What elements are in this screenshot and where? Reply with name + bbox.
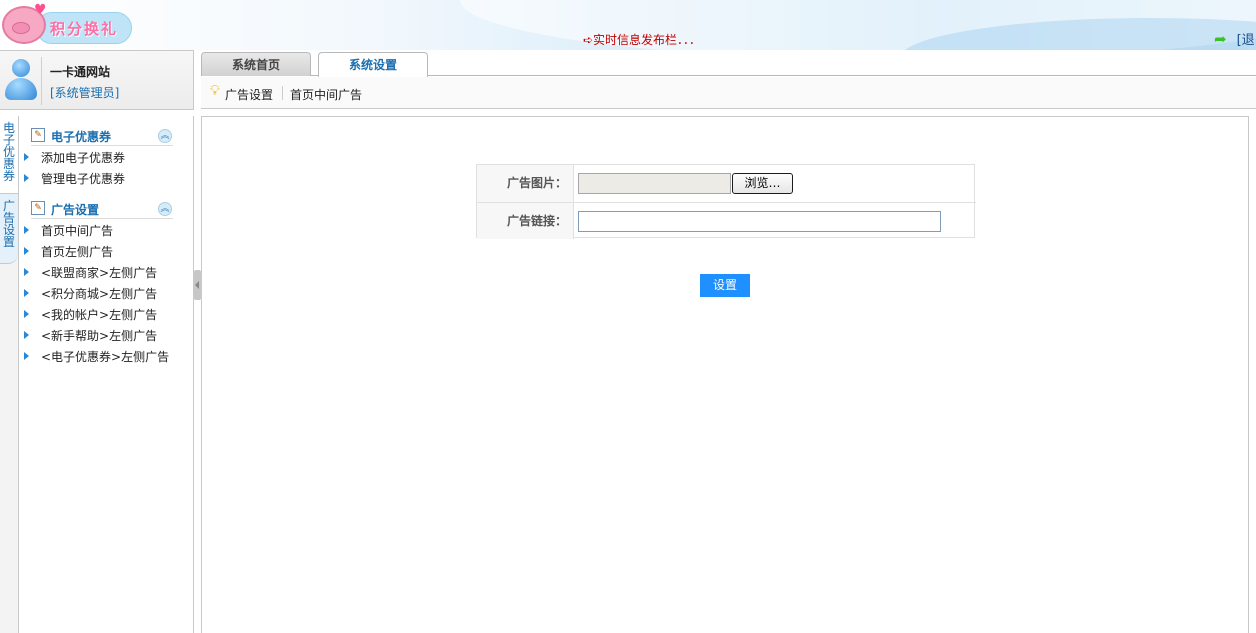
vtab-ad-settings[interactable]: 广告设置 [0, 194, 18, 264]
exit-label: [退 [1236, 33, 1255, 48]
user-role: [系统管理员] [50, 86, 120, 100]
breadcrumb: 💡︎ 广告设置 首页中间广告 [201, 77, 1256, 109]
sidebar-toggle-handle[interactable] [194, 270, 201, 300]
main-content: 广告图片： 浏览… 广告链接： 设置 [201, 116, 1249, 633]
menu-item-help-left-ad[interactable]: <新手帮助>左侧广告 [24, 327, 157, 345]
lightbulb-icon: 💡︎ [210, 83, 220, 99]
menu-item-label: 首页左侧广告 [41, 245, 114, 259]
exit-arrow-icon: ➦ [1214, 30, 1227, 48]
top-tabs: 系统首页 系统设置 [201, 50, 1256, 78]
breadcrumb-item-ad-settings[interactable]: 广告设置 [225, 86, 273, 103]
browse-button[interactable]: 浏览… [732, 173, 793, 194]
arrow-right-icon [24, 153, 29, 161]
arrow-right-icon [24, 268, 29, 276]
menu-item-mall-left-ad[interactable]: <积分商城>左侧广告 [24, 285, 157, 303]
edit-note-icon: ✎ [31, 201, 45, 215]
menu-item-add-coupon[interactable]: 添加电子优惠券 [24, 149, 125, 167]
info-ticker[interactable]: ➪实时信息发布栏．．． [583, 31, 701, 48]
ad-link-label: 广告链接： [477, 203, 574, 239]
arrow-right-icon [24, 310, 29, 318]
vtab-coupons-label: 电子优惠券 [3, 121, 16, 183]
menu-item-account-left-ad[interactable]: <我的帐户>左侧广告 [24, 306, 157, 324]
collapse-icon[interactable]: ︽ [158, 129, 172, 143]
collapse-icon[interactable]: ︽ [158, 202, 172, 216]
menu-item-label: <我的帐户>左侧广告 [41, 308, 158, 322]
tab-system-settings[interactable]: 系统设置 [318, 52, 428, 78]
sidebar-menu: ✎ 电子优惠券 ︽ 添加电子优惠券 管理电子优惠券 ✎ 广告设置 ︽ 首页中间广… [19, 116, 194, 633]
tab-system-home[interactable]: 系统首页 [201, 52, 311, 76]
menu-item-label: 首页中间广告 [41, 224, 114, 238]
vertical-tabs: 电子优惠券 广告设置 [0, 116, 19, 633]
menu-group-coupons[interactable]: ✎ 电子优惠券 [31, 124, 173, 146]
form-row-image: 广告图片： 浏览… [477, 165, 976, 202]
user-avatar-icon [5, 59, 37, 101]
submit-settings-button[interactable]: 设置 [700, 274, 750, 297]
top-banner: ♥ 积分换礼 ➪实时信息发布栏．．． ➦ [退 [0, 0, 1256, 50]
ad-settings-form: 广告图片： 浏览… 广告链接： [476, 164, 976, 239]
menu-item-label: <积分商城>左侧广告 [41, 287, 158, 301]
breadcrumb-divider [282, 86, 283, 100]
menu-item-label: <新手帮助>左侧广告 [41, 329, 158, 343]
arrow-right-icon [24, 226, 29, 234]
menu-item-label: 添加电子优惠券 [41, 151, 126, 165]
arrow-right-icon [24, 247, 29, 255]
form-row-link: 广告链接： [477, 202, 976, 239]
menu-item-home-left-ad[interactable]: 首页左侧广告 [24, 243, 113, 261]
menu-item-label: <联盟商家>左侧广告 [41, 266, 158, 280]
edit-note-icon: ✎ [31, 128, 45, 142]
vtab-coupons[interactable]: 电子优惠券 [0, 116, 18, 194]
logo: ♥ 积分换礼 [0, 0, 135, 48]
ad-image-label: 广告图片： [477, 165, 574, 202]
menu-item-coupon-left-ad[interactable]: <电子优惠券>左侧广告 [24, 348, 169, 366]
menu-item-merchant-left-ad[interactable]: <联盟商家>左侧广告 [24, 264, 157, 282]
menu-group-title: 广告设置 [51, 203, 100, 217]
exit-link[interactable]: ➦ [退 [1214, 29, 1255, 48]
logo-text: 积分换礼 [50, 20, 119, 38]
ad-image-path-field[interactable] [578, 173, 731, 194]
ad-link-input[interactable] [578, 211, 941, 232]
menu-item-label: <电子优惠券>左侧广告 [41, 350, 170, 364]
menu-item-label: 管理电子优惠券 [41, 172, 126, 186]
arrow-right-icon [24, 352, 29, 360]
menu-item-home-middle-ad[interactable]: 首页中间广告 [24, 222, 113, 240]
arrow-right-icon [24, 331, 29, 339]
arrow-right-icon [24, 289, 29, 297]
menu-group-ad-settings[interactable]: ✎ 广告设置 [31, 197, 173, 219]
menu-item-manage-coupons[interactable]: 管理电子优惠券 [24, 170, 125, 188]
arrow-right-icon [24, 174, 29, 182]
breadcrumb-item-current: 首页中间广告 [290, 88, 363, 102]
menu-group-title: 电子优惠券 [51, 130, 112, 144]
user-panel: 一卡通网站 [系统管理员] [0, 50, 194, 110]
vtab-ads-label: 广告设置 [3, 199, 16, 249]
heart-icon: ♥ [34, 2, 47, 18]
site-name: 一卡通网站 [50, 65, 111, 79]
